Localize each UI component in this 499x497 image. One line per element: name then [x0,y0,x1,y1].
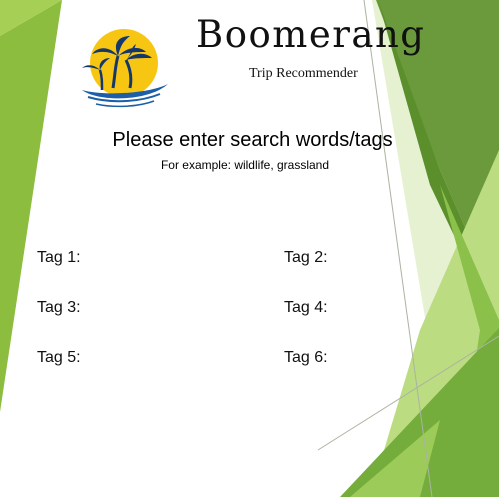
app-title: Boomerang [196,13,426,56]
tag-3-label: Tag 3: [37,299,81,316]
tag-5-label: Tag 5: [37,349,81,366]
tag-4-label: Tag 4: [284,299,328,316]
search-heading: Please enter search words/tags [112,129,393,151]
tag-2-label: Tag 2: [284,249,328,266]
tag-1-label: Tag 1: [37,249,81,266]
tag-6-label: Tag 6: [284,349,328,366]
app-subtitle: Trip Recommender [249,66,358,81]
boomerang-logo [82,29,168,108]
search-example-hint: For example: wildlife, grassland [160,158,330,172]
